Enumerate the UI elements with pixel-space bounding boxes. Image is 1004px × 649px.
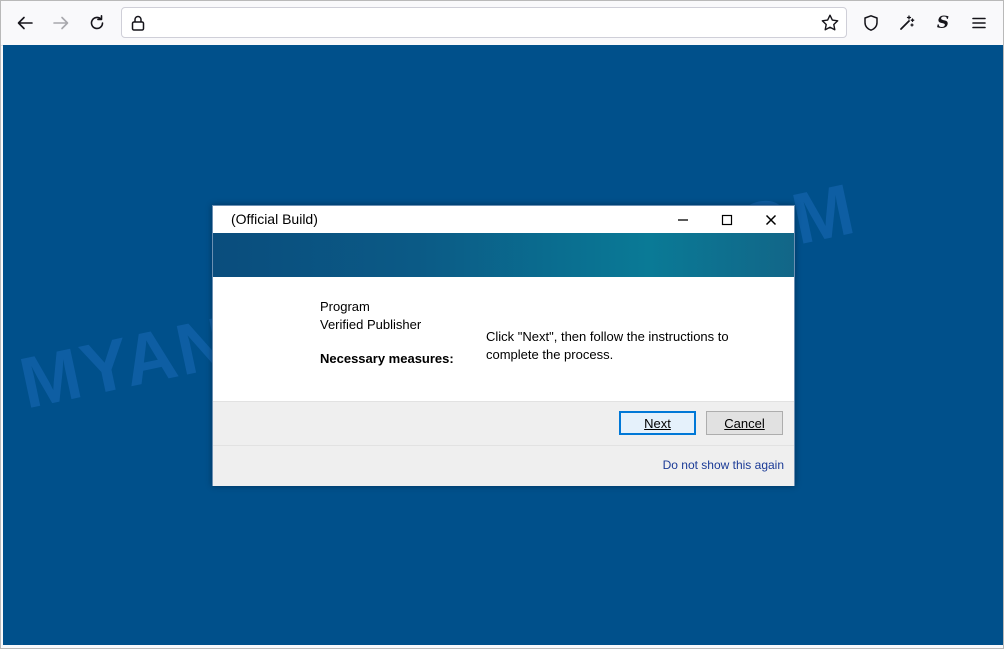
next-button[interactable]: Next <box>619 411 696 435</box>
dialog-message: Click "Next", then follow the instructio… <box>486 329 729 362</box>
publisher-label: Verified Publisher <box>320 317 422 332</box>
footer-divider <box>213 445 794 446</box>
dialog-titlebar[interactable]: (Official Build) <box>213 206 794 233</box>
close-button[interactable] <box>751 206 791 233</box>
dont-show-again-link[interactable]: Do not show this again <box>663 458 784 472</box>
extension-wand-button[interactable] <box>893 9 921 37</box>
browser-window: S MYANTISPYWARE.COM (Official Build) <box>0 0 1004 649</box>
close-icon <box>765 214 777 225</box>
url-input[interactable] <box>154 12 798 36</box>
maximize-button[interactable] <box>707 206 747 233</box>
star-icon[interactable] <box>820 13 840 33</box>
fake-installer-dialog: (Official Build) Program Verified Publis… <box>212 205 795 486</box>
program-label: Program <box>320 299 370 314</box>
reload-button[interactable] <box>83 9 111 37</box>
extension-s-button[interactable]: S <box>929 9 957 37</box>
shield-icon <box>864 15 878 31</box>
lock-icon[interactable] <box>129 14 147 32</box>
page-content: MYANTISPYWARE.COM (Official Build) Progr… <box>3 45 1003 645</box>
maximize-icon <box>721 214 733 225</box>
hamburger-menu-icon <box>972 17 986 29</box>
minimize-button[interactable] <box>663 206 703 233</box>
measures-label: Necessary measures: <box>320 351 454 366</box>
url-bar[interactable] <box>121 7 847 38</box>
s-logo-icon: S <box>936 13 950 33</box>
dialog-body: Program Verified Publisher Necessary mea… <box>213 277 794 401</box>
dialog-footer: Next Cancel Do not show this again <box>213 401 794 486</box>
magic-wand-icon <box>900 15 915 30</box>
dialog-title: (Official Build) <box>231 211 318 227</box>
cancel-button[interactable]: Cancel <box>706 411 783 435</box>
dialog-banner <box>213 233 794 277</box>
browser-toolbar: S <box>1 1 1003 46</box>
arrow-left-icon <box>17 16 33 30</box>
reload-icon <box>90 15 104 30</box>
forward-button[interactable] <box>47 9 75 37</box>
tracking-protection-button[interactable] <box>857 9 885 37</box>
menu-button[interactable] <box>965 9 993 37</box>
back-button[interactable] <box>11 9 39 37</box>
minimize-icon <box>678 218 688 221</box>
arrow-right-icon <box>53 16 69 30</box>
